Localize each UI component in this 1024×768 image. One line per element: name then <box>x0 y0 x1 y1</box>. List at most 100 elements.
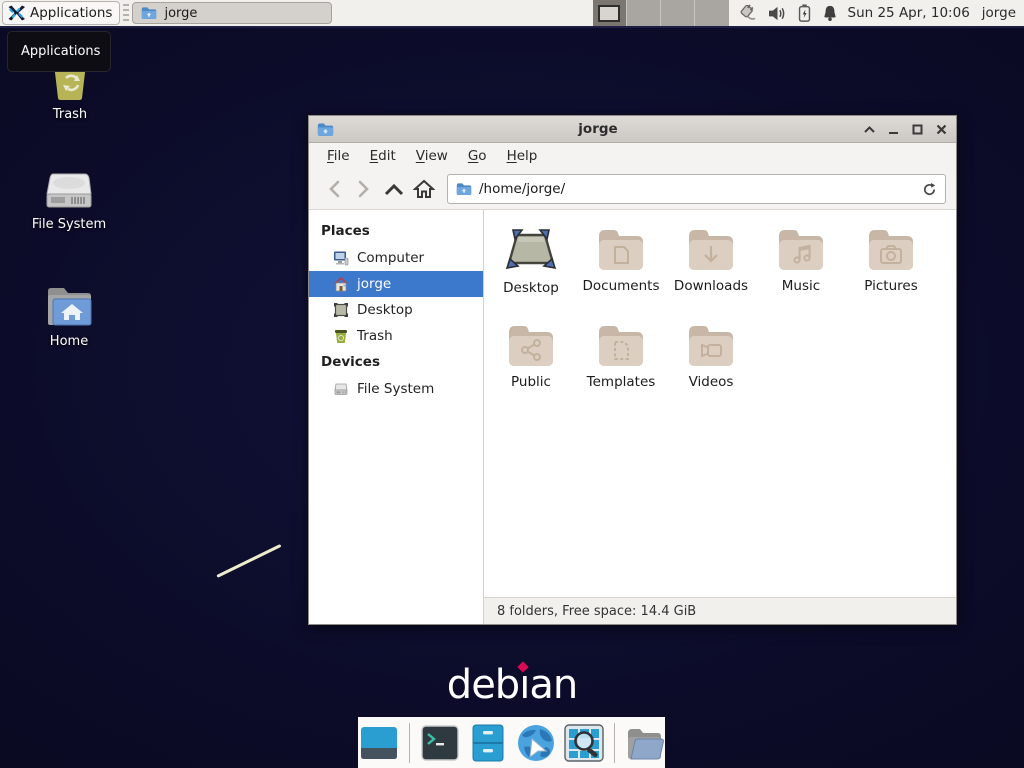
menu-bar: File Edit View Go Help <box>309 143 956 169</box>
home-button[interactable] <box>409 175 439 203</box>
menu-view[interactable]: View <box>406 148 458 164</box>
sidebar-item-label: File System <box>357 381 434 397</box>
file-tile-pictures[interactable]: Pictures <box>846 226 936 322</box>
close-button[interactable] <box>934 122 948 136</box>
folder-icon <box>141 6 157 20</box>
content-column: Desktop Documents <box>484 210 956 624</box>
path-bar[interactable]: /home/jorge/ <box>447 174 946 204</box>
sidebar-item-label: Computer <box>357 250 424 266</box>
desktop-icon-label: File System <box>32 217 106 232</box>
close-icon <box>936 124 947 135</box>
folder-launcher[interactable] <box>625 723 665 763</box>
home-folder-icon <box>44 285 94 329</box>
dock-separator <box>409 723 410 763</box>
applications-menu-button[interactable]: Applications <box>2 1 120 25</box>
terminal-launcher[interactable] <box>420 723 460 763</box>
window-title: jorge <box>334 121 862 137</box>
forward-button[interactable] <box>349 175 379 203</box>
applications-menu-label: Applications <box>30 5 112 21</box>
network-icon[interactable] <box>737 4 757 22</box>
back-button[interactable] <box>319 175 349 203</box>
file-tile-videos[interactable]: Videos <box>666 322 756 418</box>
sidebar-item-trash[interactable]: Trash <box>309 323 483 349</box>
path-input[interactable]: /home/jorge/ <box>479 181 915 197</box>
up-button[interactable] <box>379 175 409 203</box>
sidebar-item-label: Desktop <box>357 302 413 318</box>
workspace-window-rect <box>598 5 620 22</box>
desktop-icon-file-system[interactable]: File System <box>21 170 117 232</box>
app-finder-launcher[interactable] <box>564 723 604 763</box>
shade-icon <box>864 126 875 133</box>
web-browser-launcher[interactable] <box>516 723 556 763</box>
sidebar-item-jorge[interactable]: jorge <box>309 271 483 297</box>
file-tile-documents[interactable]: Documents <box>576 226 666 322</box>
maximize-icon <box>912 124 923 135</box>
show-desktop-button[interactable] <box>359 723 399 763</box>
file-tile-downloads[interactable]: Downloads <box>666 226 756 322</box>
sidebar-item-label: Trash <box>357 328 393 344</box>
minimize-button[interactable] <box>886 122 900 136</box>
panel-drag-handle[interactable] <box>123 4 129 22</box>
folder-videos-icon <box>687 322 735 368</box>
window-controls <box>862 122 948 136</box>
folder-downloads-icon <box>687 226 735 272</box>
sidebar-item-computer[interactable]: Computer <box>309 245 483 271</box>
menu-go[interactable]: Go <box>458 148 497 164</box>
file-tile-public[interactable]: Public <box>486 322 576 418</box>
folder-templates-icon <box>597 322 645 368</box>
file-label: Videos <box>689 374 734 390</box>
forward-icon <box>358 180 370 198</box>
window-body: Places Computer <box>309 210 956 624</box>
workspace-pager[interactable] <box>593 0 729 26</box>
workspace-1[interactable] <box>593 0 627 26</box>
taskbar-window-button[interactable]: jorge <box>132 2 332 24</box>
desktop-icon-label: Home <box>50 334 88 349</box>
file-label: Downloads <box>674 278 748 294</box>
file-label: Public <box>511 374 551 390</box>
folder-pictures-icon <box>867 226 915 272</box>
volume-icon[interactable] <box>768 5 787 22</box>
debian-wallpaper-logo: debıan <box>0 662 1024 708</box>
top-panel: Applications jorge <box>0 0 1024 28</box>
maximize-button[interactable] <box>910 122 924 136</box>
panel-clock[interactable]: Sun 25 Apr, 10:06 <box>848 5 970 21</box>
file-tile-desktop[interactable]: Desktop <box>486 226 576 322</box>
show-desktop-icon <box>360 726 398 760</box>
file-cabinet-icon <box>471 724 505 762</box>
workspace-3[interactable] <box>661 0 695 26</box>
battery-icon[interactable] <box>798 4 811 22</box>
menu-edit[interactable]: Edit <box>360 148 406 164</box>
window-folder-icon <box>317 122 334 137</box>
hard-drive-icon <box>43 170 95 212</box>
system-tray <box>737 4 838 22</box>
desktop-screen: Applications jorge <box>0 0 1024 768</box>
home-icon <box>333 276 349 292</box>
sidebar-item-label: jorge <box>357 276 391 292</box>
desktop-icon-home[interactable]: Home <box>21 285 117 349</box>
sidebar-header-devices: Devices <box>309 349 483 376</box>
shade-button[interactable] <box>862 122 876 136</box>
folder-icon <box>625 725 665 761</box>
dock-separator <box>614 723 615 763</box>
desktop-icon-label: Trash <box>53 107 87 122</box>
menu-file[interactable]: File <box>317 148 360 164</box>
file-tile-music[interactable]: Music <box>756 226 846 322</box>
window-titlebar[interactable]: jorge <box>309 116 956 143</box>
workspace-2[interactable] <box>627 0 661 26</box>
home-icon <box>413 179 435 199</box>
notifications-bell-icon[interactable] <box>822 4 838 22</box>
terminal-icon <box>421 725 459 761</box>
computer-icon <box>333 250 349 266</box>
file-grid: Desktop Documents <box>484 210 956 597</box>
panel-user-label[interactable]: jorge <box>982 5 1016 21</box>
menu-help[interactable]: Help <box>497 148 548 164</box>
file-tile-templates[interactable]: Templates <box>576 322 666 418</box>
back-icon <box>328 180 340 198</box>
reload-icon[interactable] <box>922 182 937 197</box>
workspace-4[interactable] <box>695 0 729 26</box>
file-manager-launcher[interactable] <box>468 723 508 763</box>
desktop-icon <box>505 226 557 274</box>
sidebar-item-file-system[interactable]: File System <box>309 376 483 402</box>
sidebar-item-desktop[interactable]: Desktop <box>309 297 483 323</box>
wallpaper-decoration-line <box>216 544 281 578</box>
